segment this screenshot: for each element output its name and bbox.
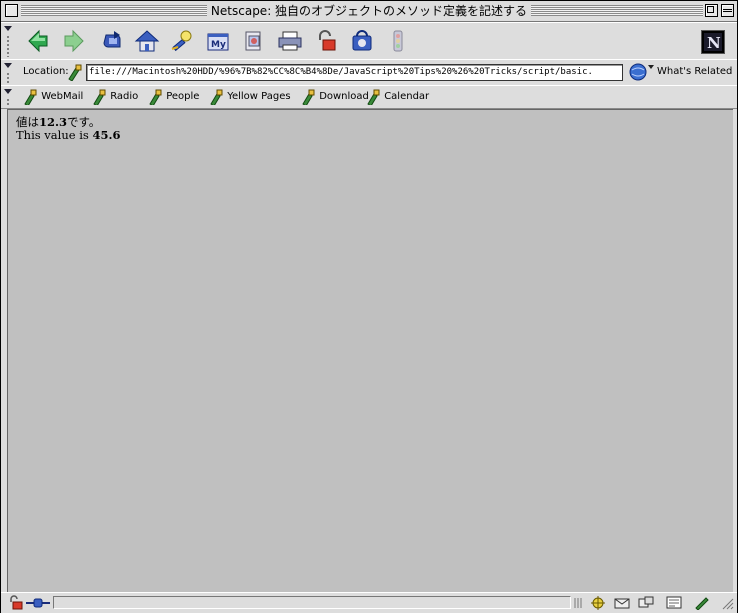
security-lock-icon[interactable] — [311, 27, 341, 55]
page-content: 値は12.3です。 This value is 45.6 — [7, 109, 733, 592]
back-arrow-icon[interactable] — [23, 27, 53, 55]
status-bar — [1, 592, 737, 613]
bookmark-icon — [210, 89, 224, 107]
whats-related-icon[interactable] — [627, 62, 655, 82]
edit-page-icon[interactable] — [693, 595, 711, 611]
content-line-japanese: 値は12.3です。 — [8, 110, 733, 129]
online-status-icon[interactable] — [25, 595, 51, 610]
line2-value: 45.6 — [92, 128, 121, 142]
forward-arrow-icon[interactable] — [59, 27, 89, 55]
bookmark-yellow-pages[interactable]: Yellow Pages — [210, 89, 291, 107]
line1-suffix: です。 — [67, 115, 101, 129]
location-url-field[interactable]: file:///Macintosh%20HDD/%96%7B%82%CC%8C%… — [86, 64, 623, 81]
bookmark-label: Yellow Pages — [227, 91, 291, 102]
bookmark-icon — [367, 89, 381, 107]
line1-value: 12.3 — [39, 115, 68, 129]
svg-text:N: N — [707, 34, 721, 52]
stop-icon[interactable] — [383, 27, 413, 55]
images-icon[interactable] — [239, 27, 269, 55]
toolbar-collapse-grip[interactable] — [3, 25, 13, 57]
close-box[interactable] — [5, 4, 18, 17]
print-icon[interactable] — [275, 27, 305, 55]
bookmark-calendar[interactable]: Calendar — [367, 89, 430, 107]
resize-grip-icon[interactable] — [717, 595, 735, 610]
bookmark-label: Radio — [110, 91, 139, 102]
title-bar[interactable]: Netscape: 独自のオブジェクトのメソッド定義を記述する — [1, 1, 737, 22]
bookmark-icon — [24, 89, 38, 107]
bookmark-people[interactable]: People — [149, 89, 200, 107]
security-status-icon[interactable] — [7, 595, 25, 610]
collapse-box[interactable] — [721, 4, 734, 17]
location-label: Location: — [23, 66, 69, 77]
location-collapse-grip[interactable] — [3, 62, 13, 83]
bookmark-icon — [302, 89, 316, 107]
mail-component-icon[interactable] — [613, 595, 631, 610]
personal-toolbar: WebMail Radio People Yellow Pages Downlo… — [1, 85, 737, 109]
navigation-toolbar: My N — [1, 22, 737, 60]
status-grip-icon — [573, 595, 585, 610]
bookmark-label: People — [166, 91, 200, 102]
newsgroups-component-icon[interactable] — [637, 595, 655, 610]
shop-icon[interactable] — [347, 27, 377, 55]
status-message-area — [53, 596, 571, 609]
bookmark-icon — [93, 89, 107, 107]
bookmark-icon — [149, 89, 163, 107]
location-toolbar: Location: file:///Macintosh%20HDD/%96%7B… — [1, 59, 737, 86]
bookmark-webmail[interactable]: WebMail — [24, 89, 84, 107]
composer-component-icon[interactable] — [665, 595, 683, 610]
whats-related-button[interactable]: What's Related — [657, 66, 732, 77]
bookmark-label: WebMail — [41, 91, 84, 102]
reload-icon[interactable] — [97, 27, 127, 55]
search-icon[interactable] — [167, 27, 197, 55]
line2-prefix: This value is — [16, 128, 93, 142]
bookmark-label: Download — [319, 91, 369, 102]
bookmark-download[interactable]: Download — [302, 89, 369, 107]
window-title: Netscape: 独自のオブジェクトのメソッド定義を記述する — [207, 3, 531, 19]
svg-text:My: My — [211, 40, 226, 50]
content-line-english: This value is 45.6 — [8, 129, 733, 142]
personal-toolbar-collapse-grip[interactable] — [3, 88, 13, 106]
zoom-box[interactable] — [705, 4, 718, 17]
bookmark-radio[interactable]: Radio — [93, 89, 139, 107]
page-proxy-icon[interactable] — [67, 63, 83, 82]
bookmark-label: Calendar — [384, 91, 430, 102]
my-netscape-icon[interactable]: My — [203, 27, 233, 55]
home-icon[interactable] — [132, 27, 162, 55]
navigator-component-icon[interactable] — [589, 595, 607, 610]
browser-window: Netscape: 独自のオブジェクトのメソッド定義を記述する My N Loc… — [0, 0, 738, 613]
netscape-logo-icon: N — [701, 30, 725, 54]
line1-prefix: 値は — [16, 115, 39, 129]
